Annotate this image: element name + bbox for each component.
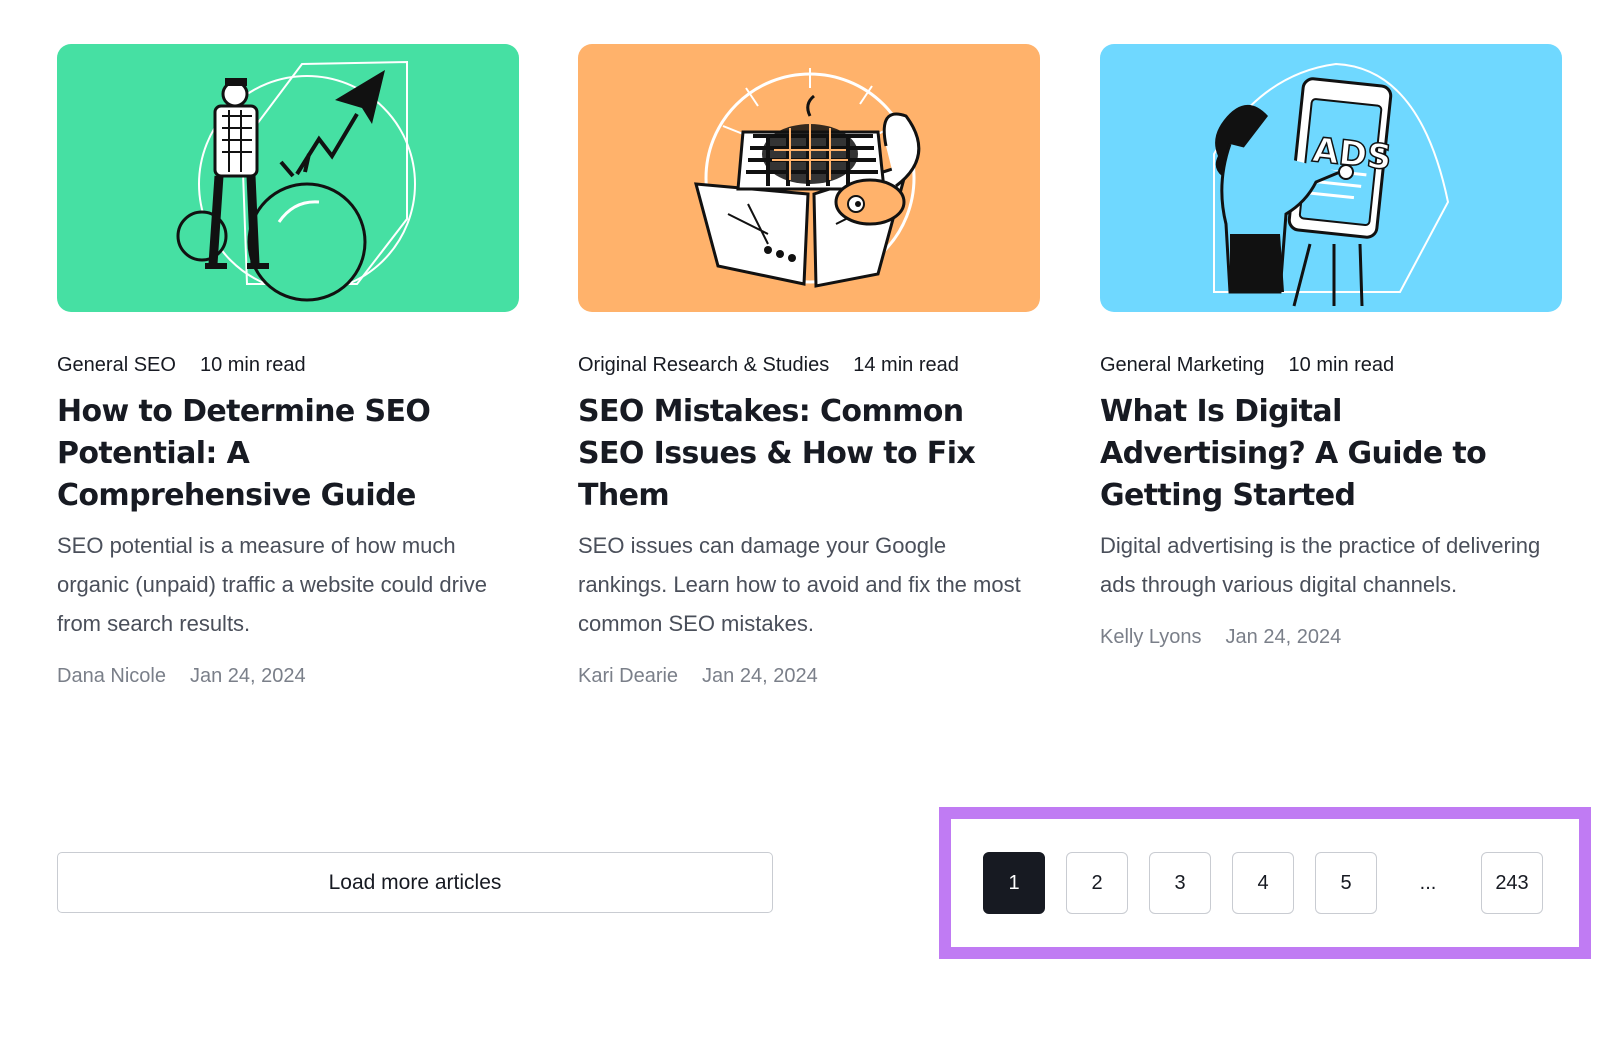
read-time: 10 min read <box>1288 353 1395 376</box>
article-thumbnail[interactable] <box>57 44 519 312</box>
author-link[interactable]: Dana Nicole <box>57 665 166 688</box>
article-description: Digital advertising is the practice of d… <box>1100 533 1541 597</box>
article-card: Original Research & Studies 14 min read … <box>578 44 1040 688</box>
article-card: General SEO 10 min read How to Determine… <box>57 44 519 688</box>
category-link[interactable]: General Marketing <box>1100 354 1265 377</box>
article-meta: General Marketing 10 min read <box>1100 351 1562 379</box>
read-time: 14 min read <box>853 353 959 376</box>
read-time: 10 min read <box>199 353 306 376</box>
article-title[interactable]: SEO Mistakes: Common SEO Issues & How to… <box>578 391 978 517</box>
article-description: SEO issues can damage your Google rankin… <box>578 533 1021 636</box>
publish-date: Jan 24, 2024 <box>702 665 818 687</box>
digital-ads-illustration: ADS <box>1100 44 1562 312</box>
page-button[interactable]: 4 <box>1232 852 1294 914</box>
publish-date: Jan 24, 2024 <box>1225 626 1342 648</box>
author-link[interactable]: Kelly Lyons <box>1100 626 1202 649</box>
article-meta: General SEO 10 min read <box>57 351 519 379</box>
category-link[interactable]: General SEO <box>57 354 176 377</box>
pagination-ellipsis: ... <box>1419 871 1437 894</box>
article-byline: Kelly Lyons Jan 24, 2024 <box>1100 626 1562 649</box>
publish-date: Jan 24, 2024 <box>189 665 306 687</box>
article-thumbnail[interactable]: ADS <box>1100 44 1562 312</box>
page-button[interactable]: 3 <box>1149 852 1211 914</box>
load-more-button[interactable]: Load more articles <box>57 852 773 913</box>
page-button-last[interactable]: 243 <box>1481 852 1543 914</box>
article-title[interactable]: What Is Digital Advertising? A Guide to … <box>1100 391 1500 517</box>
page-button[interactable]: 5 <box>1315 852 1377 914</box>
article-title[interactable]: How to Determine SEO Potential: A Compre… <box>57 391 457 517</box>
author-link[interactable]: Kari Dearie <box>578 665 678 688</box>
article-byline: Dana Nicole Jan 24, 2024 <box>57 665 519 688</box>
article-meta: Original Research & Studies 14 min read <box>578 351 1040 379</box>
page-button[interactable]: 2 <box>1066 852 1128 914</box>
article-thumbnail[interactable] <box>578 44 1040 312</box>
page-button-current[interactable]: 1 <box>983 852 1045 914</box>
seo-mistakes-illustration <box>578 44 1040 312</box>
article-description: SEO potential is a measure of how much o… <box>57 533 488 636</box>
article-card: ADS General Marketing 10 min read What I… <box>1100 44 1562 649</box>
category-link[interactable]: Original Research & Studies <box>578 354 829 377</box>
article-byline: Kari Dearie Jan 24, 2024 <box>578 665 1040 688</box>
seo-growth-illustration <box>57 44 519 312</box>
blog-listing: General SEO 10 min read How to Determine… <box>0 0 1600 1048</box>
